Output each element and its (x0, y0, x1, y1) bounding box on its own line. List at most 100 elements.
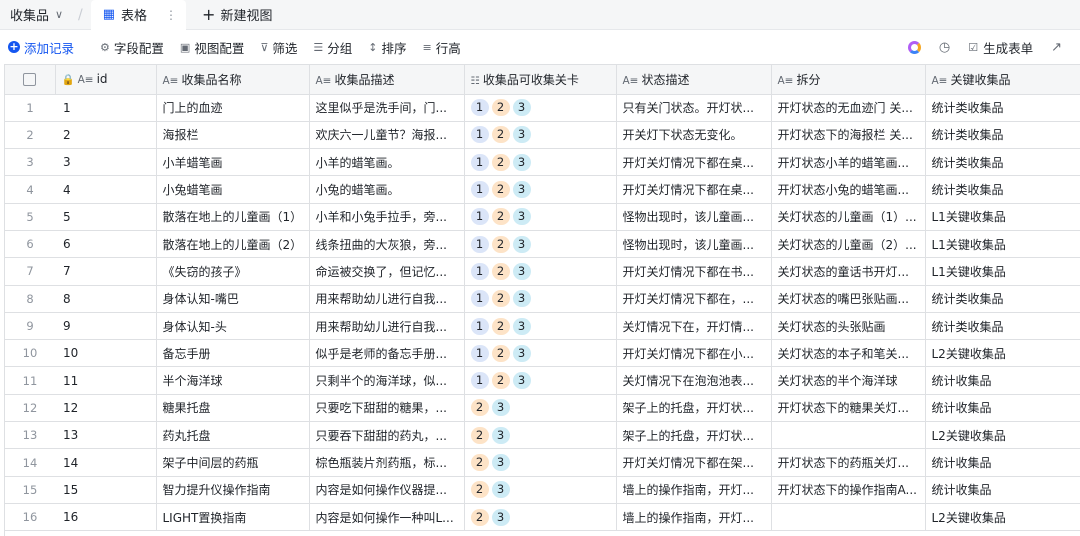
table-row[interactable]: 12 12 糖果托盘 只要吃下甜甜的糖果，... 2 3 架子上的托盘，开灯状... 开灯状态… (5, 394, 1080, 423)
share-icon[interactable]: ↗ (1051, 40, 1062, 55)
cell-split[interactable] (771, 503, 926, 532)
view-config-button[interactable]: ▣ 视图配置 (180, 38, 244, 57)
cell-desc[interactable]: 棕色瓶装片剂药瓶，标... (309, 448, 465, 477)
cell-key[interactable]: L1关键收集品 (925, 203, 1080, 231)
cell-state[interactable]: 开灯关灯情况下都在桌... (616, 148, 772, 177)
cell-split[interactable]: 开灯状态下的药瓶关灯... (771, 448, 926, 477)
cell-name[interactable]: 海报栏 (156, 121, 310, 150)
cell-levels[interactable]: 123 (464, 366, 617, 395)
cell-id[interactable]: 3 (55, 148, 157, 177)
table-row[interactable]: 8 8 身体认知-嘴巴 用来帮助幼儿进行自我... 1 2 3 开灯关灯情况下都在，... 关灯… (5, 285, 1080, 313)
cell-key[interactable]: L2关键收集品 (925, 339, 1080, 368)
cell-desc[interactable]: 只要吃下甜甜的糖果，... (309, 394, 465, 423)
cell-key[interactable]: 统计类收集品 (925, 285, 1080, 313)
cell-desc[interactable]: 这里似乎是洗手间，门... (309, 94, 465, 122)
cell-split[interactable]: 关灯状态的半个海洋球 (771, 366, 926, 395)
cell-id[interactable]: 7 (55, 257, 157, 286)
cell-levels[interactable]: 123 (464, 148, 617, 177)
table-row[interactable]: 7 7 《失窃的孩子》 命运被交换了，但记忆... 1 2 3 开灯关灯情况下都在书... 关灯… (5, 257, 1080, 286)
cell-key[interactable]: L1关键收集品 (925, 230, 1080, 259)
cell-id[interactable]: 10 (55, 339, 157, 368)
cell-levels[interactable]: 123 (464, 257, 617, 286)
column-header-levels[interactable]: ☷ 收集品可收集关卡 (464, 65, 617, 95)
cell-name[interactable]: 架子中间层的药瓶 (156, 448, 310, 477)
cell-name[interactable]: 身体认知-头 (156, 312, 310, 341)
cell-desc[interactable]: 命运被交换了，但记忆... (309, 257, 465, 286)
cell-split[interactable]: 开灯状态小羊的蜡笔画... (771, 148, 926, 177)
cell-levels[interactable]: 123 (464, 230, 617, 259)
cell-desc[interactable]: 用来帮助幼儿进行自我... (309, 312, 465, 341)
cell-id[interactable]: 12 (55, 394, 157, 423)
cell-state[interactable]: 关灯情况下在泡泡池表... (616, 366, 772, 395)
cell-name[interactable]: 糖果托盘 (156, 394, 310, 423)
table-row[interactable]: 16 16 LIGHT置换指南 内容是如何操作一种叫L... 2 3 墙上的操作指南，开灯.… (5, 503, 1080, 532)
cell-levels[interactable]: 23 (464, 503, 617, 532)
cell-key[interactable]: 统计收集品 (925, 394, 1080, 423)
cell-id[interactable]: 13 (55, 421, 157, 450)
cell-levels[interactable]: 23 (464, 476, 617, 504)
cell-name[interactable]: 《失窃的孩子》 (156, 257, 310, 286)
cell-state[interactable]: 怪物出现时，该儿童画... (616, 230, 772, 259)
cell-split[interactable] (771, 421, 926, 450)
cell-key[interactable]: L2关键收集品 (925, 421, 1080, 450)
cell-name[interactable]: 门上的血迹 (156, 94, 310, 122)
tab-table-view[interactable]: ▦ 表格 ⋮ (90, 0, 187, 30)
cell-key[interactable]: 统计类收集品 (925, 148, 1080, 177)
ai-assistant-icon[interactable] (907, 40, 921, 54)
cell-id[interactable]: 8 (55, 285, 157, 313)
cell-desc[interactable]: 内容是如何操作仪器提... (309, 476, 465, 504)
table-row[interactable]: 1 1 门上的血迹 这里似乎是洗手间，门... 1 2 3 只有关门状态。开灯状... 开灯状态… (5, 94, 1080, 122)
generate-form-button[interactable]: ☑ 生成表单 (968, 38, 1033, 57)
cell-state[interactable]: 开灯关灯情况下都在书... (616, 257, 772, 286)
cell-name[interactable]: 备忘手册 (156, 339, 310, 368)
cell-state[interactable]: 开关灯下状态无变化。 (616, 121, 772, 150)
cell-key[interactable]: 统计类收集品 (925, 312, 1080, 341)
table-row[interactable]: 13 13 药丸托盘 只要吞下甜甜的药丸，... 2 3 架子上的托盘，开灯状... L2关键… (5, 421, 1080, 450)
history-icon[interactable]: ◷ (939, 40, 950, 55)
sort-button[interactable]: ↕ 排序 (368, 38, 406, 57)
cell-name[interactable]: 药丸托盘 (156, 421, 310, 450)
cell-levels[interactable]: 23 (464, 448, 617, 477)
cell-levels[interactable]: 123 (464, 203, 617, 231)
cell-desc[interactable]: 似乎是老师的备忘手册... (309, 339, 465, 368)
cell-desc[interactable]: 线条扭曲的大灰狼，旁... (309, 230, 465, 259)
table-row[interactable]: 11 11 半个海洋球 只剩半个的海洋球，似... 1 2 3 关灯情况下在泡泡池表... 关灯… (5, 366, 1080, 395)
table-row[interactable]: 4 4 小兔蜡笔画 小兔的蜡笔画。 1 2 3 开灯关灯情况下都在桌... 开灯状态小兔的蜡笔画… (5, 175, 1080, 204)
cell-split[interactable]: 关灯状态的嘴巴张贴画... (771, 285, 926, 313)
cell-id[interactable]: 14 (55, 448, 157, 477)
table-row[interactable]: 3 3 小羊蜡笔画 小羊的蜡笔画。 1 2 3 开灯关灯情况下都在桌... 开灯状态小羊的蜡笔画… (5, 148, 1080, 177)
more-icon[interactable]: ⋮ (165, 8, 177, 22)
cell-key[interactable]: 统计类收集品 (925, 175, 1080, 204)
cell-id[interactable]: 2 (55, 121, 157, 150)
table-row[interactable]: 6 6 散落在地上的儿童画（2） 线条扭曲的大灰狼，旁... 1 2 3 怪物出现时，该儿童画… (5, 230, 1080, 259)
cell-desc[interactable]: 只要吞下甜甜的药丸，... (309, 421, 465, 450)
cell-name[interactable]: 智力提升仪操作指南 (156, 476, 310, 504)
cell-state[interactable]: 开灯关灯情况下都在架... (616, 448, 772, 477)
table-row[interactable]: 15 15 智力提升仪操作指南 内容是如何操作仪器提... 2 3 墙上的操作指南，开灯..… (5, 476, 1080, 504)
table-row[interactable]: 14 14 架子中间层的药瓶 棕色瓶装片剂药瓶，标... 2 3 开灯关灯情况下都在架...… (5, 448, 1080, 477)
column-header-id[interactable]: 🔒 A≡ id (55, 65, 157, 95)
cell-desc[interactable]: 用来帮助幼儿进行自我... (309, 285, 465, 313)
cell-name[interactable]: 半个海洋球 (156, 366, 310, 395)
group-button[interactable]: ☰ 分组 (313, 38, 352, 57)
cell-levels[interactable]: 23 (464, 394, 617, 423)
cell-key[interactable]: 统计收集品 (925, 366, 1080, 395)
add-record-button[interactable]: + 添加记录 (8, 38, 74, 57)
cell-state[interactable]: 架子上的托盘，开灯状... (616, 394, 772, 423)
column-header-state[interactable]: A≡ 状态描述 (616, 65, 772, 95)
cell-split[interactable]: 关灯状态的儿童画（2）... (771, 230, 926, 259)
cell-split[interactable]: 开灯状态下的海报栏 关... (771, 121, 926, 150)
cell-levels[interactable]: 123 (464, 285, 617, 313)
cell-id[interactable]: 15 (55, 476, 157, 504)
cell-state[interactable]: 架子上的托盘，开灯状... (616, 421, 772, 450)
cell-name[interactable]: 散落在地上的儿童画（2） (156, 230, 310, 259)
cell-state[interactable]: 开灯关灯情况下都在桌... (616, 175, 772, 204)
cell-state[interactable]: 墙上的操作指南，开灯... (616, 503, 772, 532)
column-header-name[interactable]: A≡ 收集品名称 (156, 65, 310, 95)
cell-desc[interactable]: 小羊的蜡笔画。 (309, 148, 465, 177)
cell-id[interactable]: 5 (55, 203, 157, 231)
column-header-split[interactable]: A≡ 拆分 (771, 65, 926, 95)
new-view-button[interactable]: + 新建视图 (202, 5, 272, 24)
cell-levels[interactable]: 123 (464, 94, 617, 122)
cell-state[interactable]: 开灯关灯情况下都在，... (616, 285, 772, 313)
